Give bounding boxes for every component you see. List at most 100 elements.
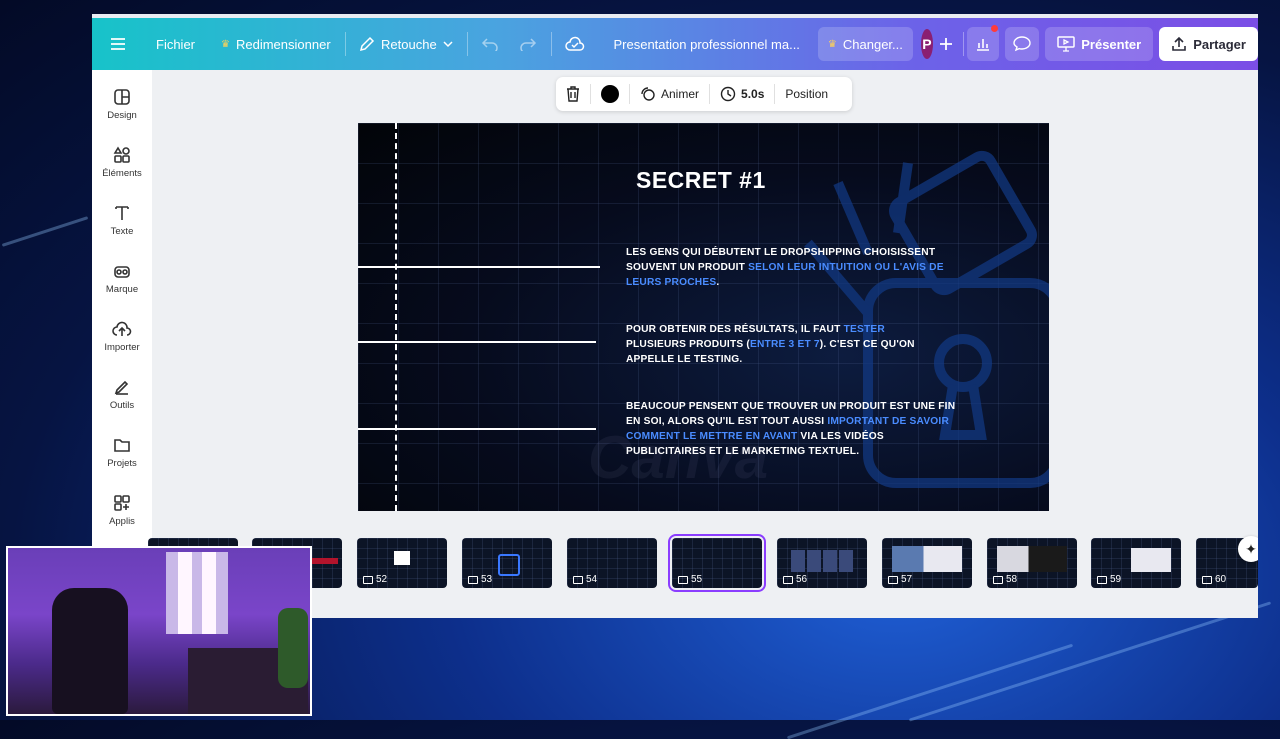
page-number: 60 [1202, 574, 1226, 585]
page-number-text: 57 [901, 574, 912, 585]
webcam-plant [278, 608, 308, 688]
sidebar-item-label: Design [107, 110, 137, 121]
page-thumbnail[interactable]: 56 [777, 538, 867, 588]
avatar-initial: P [922, 36, 931, 52]
slide-paragraph-1[interactable]: LES GENS QUI DÉBUTENT LE DROPSHIPPING CH… [626, 245, 966, 290]
share-label: Partager [1193, 37, 1246, 52]
divider-line [358, 341, 596, 343]
thumbnail-panels [791, 550, 853, 572]
insights-button[interactable] [967, 27, 999, 61]
add-collaborator-button[interactable] [933, 27, 959, 61]
undo-icon [481, 37, 499, 51]
sidebar-item-import[interactable]: Importer [92, 320, 152, 353]
page-number: 55 [678, 574, 702, 585]
divider-line [358, 428, 596, 430]
highlight-text: TESTER [844, 324, 885, 335]
sidebar-item-brand[interactable]: Marque [92, 262, 152, 295]
page-thumbnail[interactable]: 58 [987, 538, 1077, 588]
upgrade-label: Changer... [843, 37, 903, 52]
page-number: 59 [1097, 574, 1121, 585]
paragraph-text: . [716, 277, 719, 288]
file-menu-button[interactable]: Fichier [146, 27, 205, 61]
position-button[interactable]: Position [775, 77, 838, 111]
sidebar-item-text[interactable]: Texte [92, 204, 152, 237]
shapes-icon [113, 146, 131, 164]
slide-icon [888, 576, 898, 584]
page-number-text: 56 [796, 574, 807, 585]
page-number-text: 59 [1110, 574, 1121, 585]
slide-icon [783, 576, 793, 584]
sidebar-item-label: Texte [111, 226, 134, 237]
color-swatch [601, 85, 619, 103]
wallpaper-streak [909, 601, 1271, 721]
delete-button[interactable] [556, 77, 590, 111]
present-button[interactable]: Présenter [1045, 27, 1153, 61]
page-number: 52 [363, 574, 387, 585]
sidebar-item-label: Outils [110, 400, 134, 411]
page-thumbnail[interactable]: 57 [882, 538, 972, 588]
share-upload-icon [1171, 36, 1187, 52]
webcam-window [166, 552, 228, 634]
hamburger-icon [110, 37, 126, 51]
sidebar-item-design[interactable]: Design [92, 88, 152, 121]
upgrade-button[interactable]: ♛Changer... [818, 27, 913, 61]
draw-tool-icon [113, 378, 131, 396]
retouch-button[interactable]: Retouche [349, 27, 463, 61]
undo-button[interactable] [471, 27, 509, 61]
redo-button[interactable] [509, 27, 547, 61]
sidebar-item-label: Projets [107, 458, 137, 469]
paragraph-text: PLUSIEURS PRODUITS ( [626, 339, 750, 350]
resize-label: Redimensionner [236, 37, 331, 52]
file-menu-label: Fichier [156, 37, 195, 52]
sidebar-item-apps[interactable]: Applis [92, 494, 152, 527]
sparkle-icon: ✦ [1245, 541, 1257, 558]
page-thumbnail-active[interactable]: 55 [672, 538, 762, 588]
thumbnail-photos [1131, 548, 1171, 572]
avatar[interactable]: P [921, 29, 933, 59]
divider-line [358, 266, 600, 268]
duration-button[interactable]: 5.0s [710, 77, 774, 111]
page-thumbnail[interactable]: 52 [357, 538, 447, 588]
thumbnail-photos [892, 546, 962, 572]
color-button[interactable] [591, 77, 629, 111]
slide-icon [363, 576, 373, 584]
page-number-text: 60 [1215, 574, 1226, 585]
present-label: Présenter [1081, 37, 1141, 52]
bar-chart-icon [975, 36, 991, 52]
page-thumbnail[interactable]: 53 [462, 538, 552, 588]
page-number-text: 52 [376, 574, 387, 585]
position-label: Position [785, 87, 828, 101]
page-number-text: 58 [1006, 574, 1017, 585]
animate-icon [640, 86, 656, 102]
page-number: 57 [888, 574, 912, 585]
pencil-icon [359, 36, 375, 52]
slide-icon [573, 576, 583, 584]
magic-sparkle-button[interactable]: ✦ [1238, 536, 1258, 562]
retouch-label: Retouche [381, 37, 437, 52]
sidebar-item-label: Éléments [102, 168, 142, 179]
sidebar-item-label: Importer [104, 342, 139, 353]
page-number: 58 [993, 574, 1017, 585]
document-title[interactable]: Presentation professionnel ma... [603, 27, 809, 61]
comments-button[interactable] [1005, 27, 1039, 61]
plus-icon [939, 37, 953, 51]
sidebar-item-label: Marque [106, 284, 138, 295]
slide-title[interactable]: SECRET #1 [636, 167, 766, 194]
page-thumbnail[interactable]: 54 [567, 538, 657, 588]
text-icon [113, 204, 131, 222]
sidebar-item-tools[interactable]: Outils [92, 378, 152, 411]
slide-icon [1202, 576, 1212, 584]
sidebar-item-projects[interactable]: Projets [92, 436, 152, 469]
slide-paragraph-2[interactable]: POUR OBTENIR DES RÉSULTATS, IL FAUT TEST… [626, 322, 916, 367]
slide-canvas[interactable]: Canva SECRET #1 LES GENS QUI DÉBUTENT LE… [358, 123, 1049, 511]
resize-button[interactable]: ♛Redimensionner [211, 27, 341, 61]
page-thumbnail[interactable]: 59 [1091, 538, 1181, 588]
page-number: 53 [468, 574, 492, 585]
cloud-sync-button[interactable] [555, 27, 595, 61]
animate-button[interactable]: Animer [630, 77, 709, 111]
slide-paragraph-3[interactable]: BEAUCOUP PENSENT QUE TROUVER UN PRODUIT … [626, 399, 962, 459]
cloud-check-icon [565, 36, 585, 52]
share-button[interactable]: Partager [1159, 27, 1258, 61]
hamburger-menu-button[interactable] [100, 27, 136, 61]
sidebar-item-elements[interactable]: Éléments [92, 146, 152, 179]
